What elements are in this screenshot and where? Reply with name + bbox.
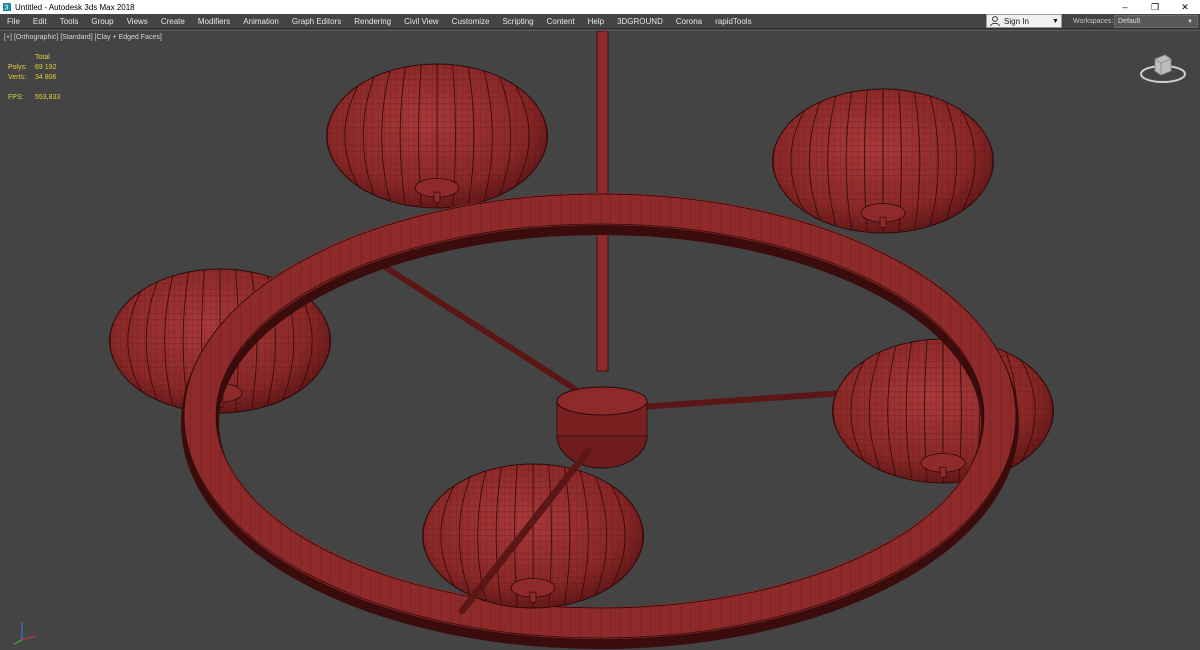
menu-items: File Edit Tools Group Views Create Modifiers An… <box>0 14 758 29</box>
fps-label: FPS: <box>8 94 24 101</box>
menu-views[interactable]: Views <box>120 14 154 29</box>
lantern-back-left-stem[interactable] <box>433 191 441 203</box>
minimize-button[interactable]: – <box>1110 0 1140 14</box>
menu-create[interactable]: Create <box>154 14 191 29</box>
menu-rendering[interactable]: Rendering <box>347 14 397 29</box>
workspaces-value: Default <box>1118 18 1141 25</box>
workspaces-select[interactable]: Default ▼ <box>1114 15 1198 28</box>
viewport-shading-standard[interactable]: [Standard] <box>60 34 92 41</box>
menu-file[interactable]: File <box>0 14 26 29</box>
app-icon: 3 <box>3 3 11 12</box>
spoke-back-left[interactable] <box>382 264 578 392</box>
verts-value: 34 806 <box>35 74 57 81</box>
perspective-viewport[interactable]: [+] [Orthographic] [Standard] [Clay + Ed… <box>0 30 1200 650</box>
menu-scripting[interactable]: Scripting <box>495 14 539 29</box>
user-icon <box>990 16 1000 27</box>
restore-button[interactable]: ❐ <box>1140 0 1170 14</box>
chevron-down-icon: ▼ <box>1052 17 1059 25</box>
polys-label: Polys: <box>8 64 28 71</box>
lantern-right-stem[interactable] <box>939 466 947 478</box>
viewport-statistics: Total Polys: 69 192 Verts: 34 806 FPS: 553,… <box>8 53 60 103</box>
menu-bar: File Edit Tools Group Views Create Modifiers An… <box>0 14 1200 29</box>
polys-value: 69 192 <box>35 64 57 71</box>
menu-graph-editors[interactable]: Graph Editors <box>285 14 347 29</box>
menu-edit[interactable]: Edit <box>26 14 53 29</box>
menu-civil-view[interactable]: Civil View <box>397 14 445 29</box>
menu-tools[interactable]: Tools <box>53 14 85 29</box>
menu-content[interactable]: Content <box>540 14 581 29</box>
viewcube-icon[interactable] <box>1138 47 1188 87</box>
menu-3dground[interactable]: 3DGROUND <box>610 14 669 29</box>
lantern-back-right-stem[interactable] <box>879 216 887 228</box>
verts-label: Verts: <box>8 74 26 81</box>
svg-text:3: 3 <box>4 5 8 12</box>
viewport-shading-mode[interactable]: [Clay + Edged Faces] <box>95 34 162 41</box>
menu-group[interactable]: Group <box>84 14 119 29</box>
axis-tripod-icon <box>13 622 37 645</box>
menu-corona[interactable]: Corona <box>669 14 708 29</box>
hub-top[interactable] <box>556 386 648 416</box>
workspaces-label: Workspaces: <box>1073 18 1114 25</box>
chevron-down-icon: ▼ <box>1187 18 1193 25</box>
chandelier-model[interactable] <box>0 31 1200 650</box>
viewport-view-menu[interactable]: [Orthographic] <box>14 34 58 41</box>
viewport-label[interactable]: [+] [Orthographic] [Standard] [Clay + Ed… <box>4 34 162 41</box>
viewport-plus-menu[interactable]: [+] <box>4 34 12 41</box>
stats-header: Total <box>35 54 50 61</box>
menu-modifiers[interactable]: Modifiers <box>191 14 236 29</box>
sign-in-dropdown[interactable]: Sign In ▼ <box>986 14 1062 28</box>
window-title: Untitled - Autodesk 3ds Max 2018 <box>15 2 135 12</box>
menu-help[interactable]: Help <box>581 14 610 29</box>
close-button[interactable]: ✕ <box>1170 0 1200 14</box>
sign-in-label: Sign In <box>1004 16 1029 26</box>
title-bar: 3 Untitled - Autodesk 3ds Max 2018 – ❐ ✕ <box>0 0 1200 14</box>
menu-rapidtools[interactable]: rapidTools <box>708 14 757 29</box>
lantern-front-stem[interactable] <box>529 591 537 603</box>
menu-customize[interactable]: Customize <box>445 14 496 29</box>
fps-value: 553,833 <box>35 94 61 101</box>
menu-animation[interactable]: Animation <box>236 14 285 29</box>
